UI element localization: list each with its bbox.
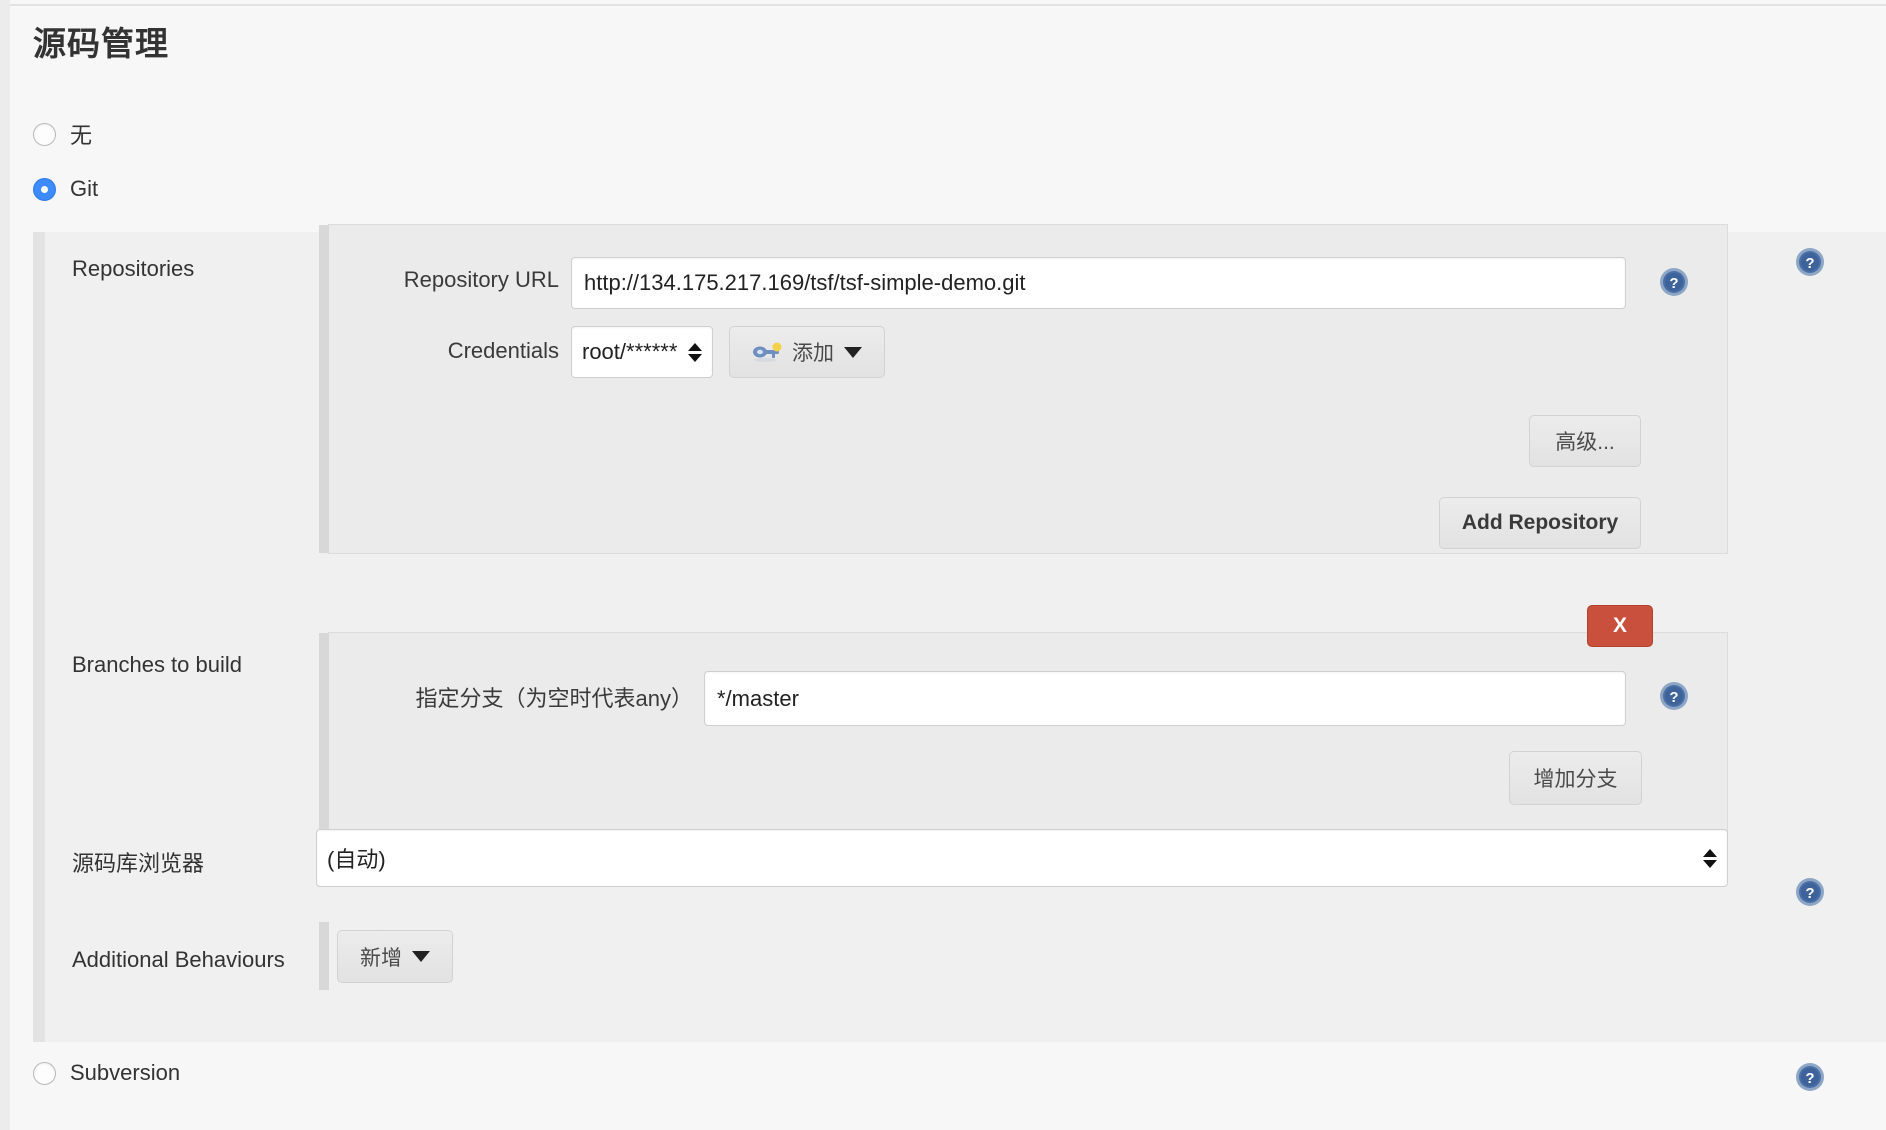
add-branch-label: 增加分支	[1533, 768, 1618, 791]
add-credentials-label: 添加	[792, 342, 834, 365]
left-gutter	[0, 0, 10, 1130]
repository-browser-label: 源码库浏览器	[72, 851, 205, 876]
delete-branch-button[interactable]: X	[1587, 605, 1653, 647]
help-repositories-icon[interactable]: ?	[1795, 247, 1825, 277]
repository-browser-spinner-icon	[1703, 848, 1717, 868]
svg-text:?: ?	[1805, 255, 1814, 272]
advanced-button-label: 高级...	[1555, 431, 1615, 454]
key-icon	[752, 341, 782, 363]
credentials-select[interactable]: root/******	[571, 326, 713, 378]
advanced-button[interactable]: 高级...	[1529, 415, 1641, 467]
branches-panel: X 指定分支（为空时代表any） ? 增加分支	[319, 605, 1728, 832]
branches-panel-bar	[319, 633, 329, 831]
additional-behaviours-bar	[319, 922, 329, 990]
credentials-spinner-icon	[688, 342, 702, 362]
svg-text:?: ?	[1805, 1070, 1814, 1087]
svg-text:?: ?	[1805, 885, 1814, 902]
radio-git[interactable]	[33, 177, 56, 201]
additional-behaviours-label: Additional Behaviours	[72, 947, 285, 972]
help-branch-specifier-icon[interactable]: ?	[1659, 681, 1689, 711]
repositories-panel-bar	[319, 225, 329, 553]
repository-url-label: Repository URL	[403, 267, 559, 292]
repository-browser-value: (自动)	[327, 847, 386, 872]
credentials-value: root/******	[582, 339, 678, 364]
git-settings-section: Repositories Repository URL ? Credential…	[33, 224, 1886, 1042]
scm-option-subversion-label: Subversion	[70, 1060, 181, 1085]
add-repository-label: Add Repository	[1461, 511, 1619, 534]
scm-config-page: 源码管理 无 Git Repositories Repository URL ?	[0, 0, 1886, 1130]
top-divider	[10, 4, 1886, 6]
add-branch-button[interactable]: 增加分支	[1509, 751, 1642, 805]
page-title: 源码管理	[33, 25, 169, 62]
add-credentials-button[interactable]: 添加	[729, 326, 885, 378]
repositories-panel: Repository URL ? Credentials root/******	[319, 224, 1728, 554]
svg-text:?: ?	[1669, 689, 1678, 706]
scm-option-subversion[interactable]: Subversion	[33, 1060, 180, 1086]
caret-down-icon	[844, 346, 862, 358]
repositories-label: Repositories	[72, 256, 195, 281]
branches-to-build-label: Branches to build	[72, 652, 242, 677]
scm-option-git-label: Git	[70, 176, 99, 201]
branch-specifier-label: 指定分支（为空时代表any）	[415, 686, 693, 711]
scm-option-none[interactable]: 无	[33, 118, 92, 150]
caret-down-icon	[412, 951, 430, 962]
repository-browser-select[interactable]: (自动)	[316, 829, 1728, 887]
repository-url-input[interactable]	[571, 257, 1626, 309]
scm-option-git[interactable]: Git	[33, 176, 98, 202]
svg-text:?: ?	[1669, 275, 1678, 292]
add-behaviour-label: 新增	[360, 946, 402, 970]
branch-specifier-input[interactable]	[704, 671, 1626, 726]
credentials-label: Credentials	[447, 338, 559, 363]
help-repository-browser-icon[interactable]: ?	[1795, 877, 1825, 907]
radio-subversion[interactable]	[33, 1061, 56, 1085]
radio-none[interactable]	[33, 122, 56, 146]
add-behaviour-button[interactable]: 新增	[337, 930, 453, 983]
scm-option-none-label: 无	[70, 123, 93, 148]
add-repository-button[interactable]: Add Repository	[1439, 497, 1641, 549]
help-subversion-icon[interactable]: ?	[1795, 1062, 1825, 1092]
help-repository-url-icon[interactable]: ?	[1659, 267, 1689, 297]
